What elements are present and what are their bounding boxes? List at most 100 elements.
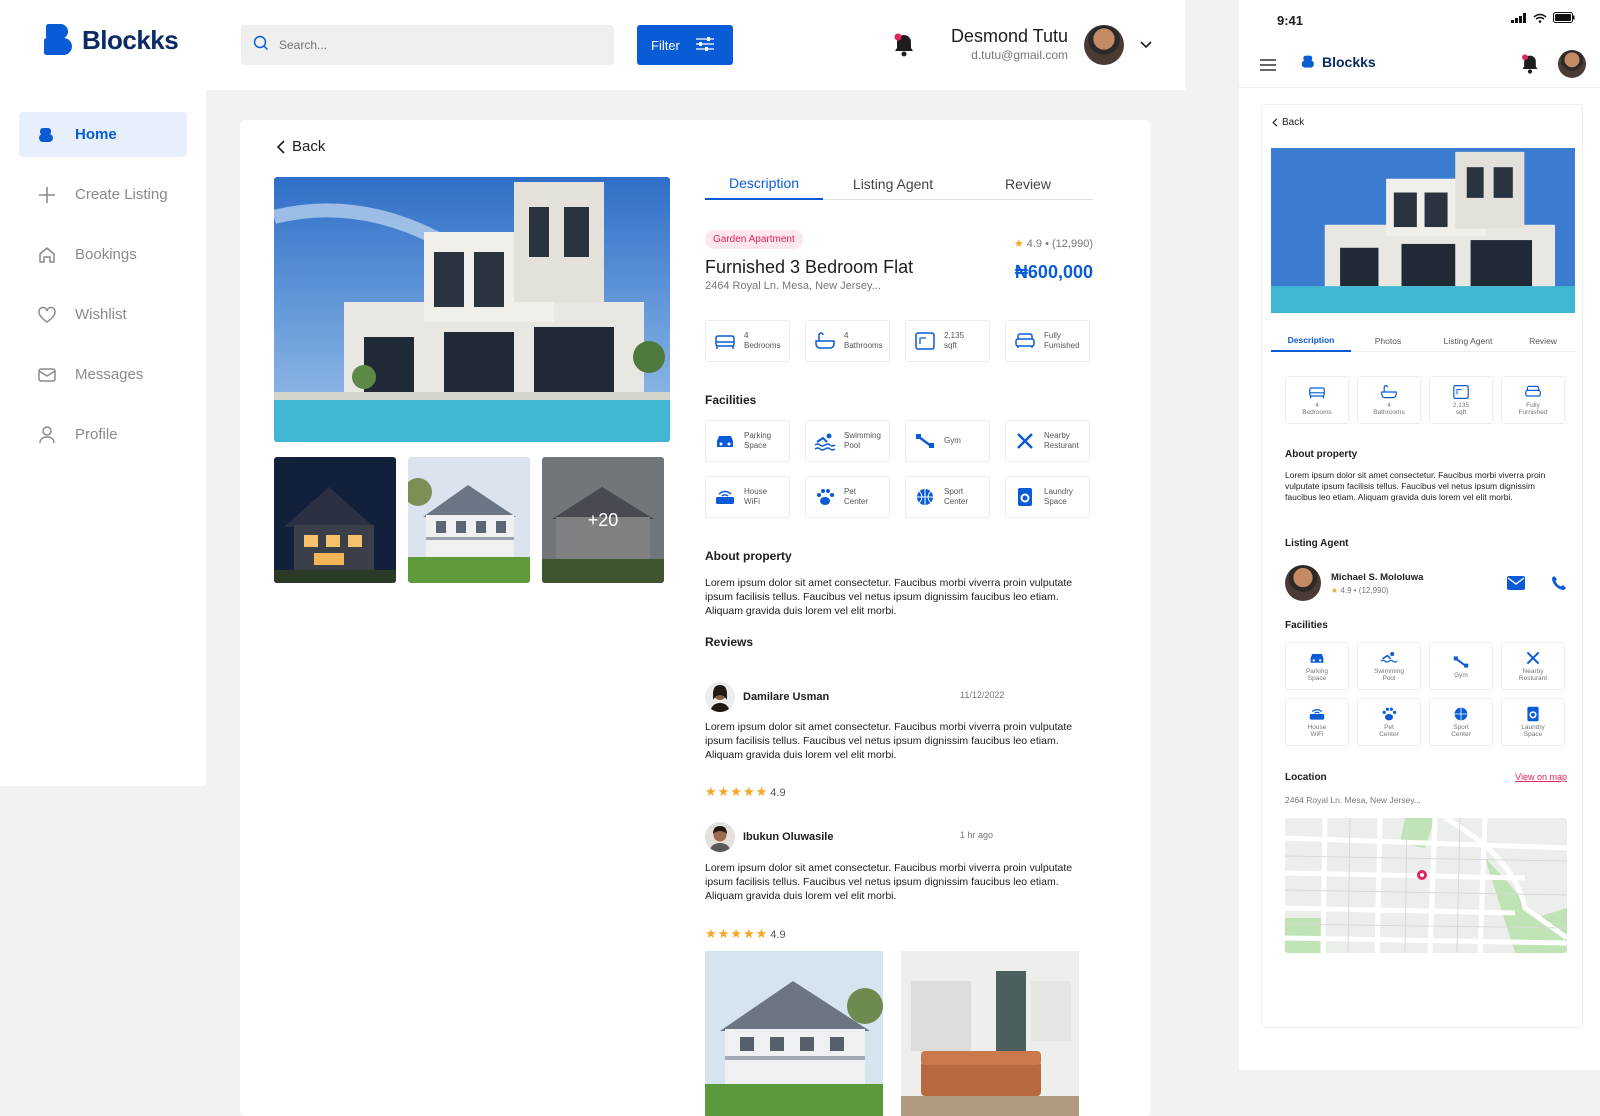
app-logo[interactable]: Blockks [1301, 54, 1376, 70]
star-icon: ★ [1331, 585, 1339, 595]
listing-card: Back +20 Description Listing Agent Revie… [240, 120, 1151, 1116]
facility-label: House [1307, 724, 1327, 731]
tab-description[interactable]: Description [1271, 330, 1351, 352]
app-logo[interactable]: Blockks [44, 24, 179, 56]
review-photo[interactable] [705, 951, 883, 1116]
facility-label: Sport [944, 487, 964, 496]
sidebar-item-home[interactable]: Home [19, 112, 187, 157]
chevron-down-icon[interactable] [1138, 36, 1154, 52]
user-email: d.tutu@gmail.com [971, 48, 1068, 62]
spec-value: 4 [1387, 402, 1391, 409]
heart-icon [37, 305, 57, 325]
review-photo[interactable] [901, 951, 1079, 1116]
star-icon: ★★★★★ [705, 784, 769, 799]
thumbnail-photo[interactable] [274, 457, 396, 583]
facility-label: Pool [1382, 675, 1396, 682]
spec-area: 2,135 sqft [1429, 376, 1493, 424]
spec-value: 4 [744, 331, 749, 340]
sidebar-item-bookings[interactable]: Bookings [19, 232, 187, 277]
bath-icon [1381, 385, 1397, 399]
spec-area: 2,135 sqft [905, 320, 990, 362]
tab-review[interactable]: Review [963, 168, 1093, 200]
back-button[interactable]: Back [276, 138, 325, 155]
thumbnail-photo-more[interactable]: +20 [542, 457, 664, 583]
facility-label: House [744, 487, 768, 496]
sidebar: Blockks Home Create Listing Bookings Wis… [0, 0, 206, 786]
location-heading: Location [1285, 772, 1327, 783]
cutlery-icon [1017, 433, 1033, 449]
dumbbell-icon [916, 434, 934, 448]
cutlery-icon [1526, 651, 1540, 665]
main-property-photo[interactable] [274, 177, 670, 442]
filter-button[interactable]: Filter [637, 25, 733, 65]
review-rating: ★★★★★ 4.9 [705, 784, 786, 800]
back-button[interactable]: Back [1272, 117, 1304, 128]
facilities-heading: Facilities [1285, 620, 1328, 631]
phone-icon[interactable] [1551, 575, 1567, 591]
bed-icon [715, 335, 735, 349]
battery-icon [1553, 12, 1575, 23]
spec-bedrooms: 4 Bedrooms [1285, 376, 1349, 424]
tab-listing-agent[interactable]: Listing Agent [823, 168, 963, 200]
rating-count: (12,990) [1052, 238, 1093, 250]
wifi-status-icon [1533, 13, 1547, 23]
notification-bell-icon[interactable] [1520, 53, 1540, 75]
status-time: 9:41 [1277, 13, 1304, 28]
reviewer-name: Ibukun Oluwasile [743, 831, 834, 843]
review-text: Lorem ipsum dolor sit amet consectetur. … [705, 862, 1073, 902]
main-property-photo[interactable] [1271, 148, 1575, 313]
facility-label: Nearby [1044, 431, 1070, 440]
tab-description[interactable]: Description [705, 168, 823, 200]
avatar [1285, 565, 1321, 601]
tab-listing-agent[interactable]: Listing Agent [1425, 330, 1511, 352]
facility-pool: Swimming Pool [1357, 642, 1421, 690]
sidebar-item-label: Home [75, 126, 117, 143]
sidebar-item-label: Profile [75, 426, 118, 443]
search-input[interactable] [279, 38, 579, 52]
search-bar[interactable] [241, 25, 614, 65]
facility-label: Gym [1454, 671, 1468, 679]
signal-icon [1511, 12, 1526, 23]
facilities-row-1: Parking Space Swimming Pool Gym Nearby Rest… [705, 420, 1090, 462]
more-photos-count: +20 [542, 457, 664, 583]
agent-heading: Listing Agent [1285, 538, 1349, 549]
sidebar-item-create-listing[interactable]: Create Listing [19, 172, 187, 217]
sidebar-item-messages[interactable]: Messages [19, 352, 187, 397]
app-name: Blockks [1322, 54, 1376, 70]
sidebar-item-profile[interactable]: Profile [19, 412, 187, 457]
mobile-facilities-grid: Parking Space Swimming Pool Gym Nearby Rest… [1285, 642, 1565, 746]
sofa-icon [1015, 333, 1035, 348]
review-text: Lorem ipsum dolor sit amet consectetur. … [705, 721, 1073, 761]
logo-icon [37, 125, 57, 145]
facility-label: Resturant [1518, 675, 1548, 682]
notification-bell-icon[interactable] [892, 32, 916, 58]
view-on-map-link[interactable]: View on map [1492, 772, 1567, 782]
avatar[interactable] [1084, 25, 1124, 65]
review-rating-value: 4.9 [770, 929, 786, 941]
mail-icon[interactable] [1507, 576, 1525, 590]
tab-review[interactable]: Review [1511, 330, 1575, 352]
mobile-tabs: Description Photos Listing Agent Review [1271, 330, 1575, 352]
facility-label: Sport [1453, 724, 1469, 731]
listing-title: Furnished 3 Bedroom Flat [705, 257, 914, 277]
listing-rating: ★ 4.9 • (12,990) [1013, 238, 1093, 250]
facility-gym: Gym [905, 420, 990, 462]
facility-pool: Swimming Pool [805, 420, 890, 462]
status-icons [1511, 12, 1575, 23]
agent-rating: 4.9 [1340, 585, 1352, 595]
sidebar-nav: Home Create Listing Bookings Wishlist Me… [19, 112, 187, 472]
facility-wifi: House WiFi [705, 476, 790, 518]
avatar[interactable] [1558, 50, 1586, 78]
facility-label: Parking [1305, 668, 1329, 675]
sidebar-item-wishlist[interactable]: Wishlist [19, 292, 187, 337]
hamburger-menu-icon[interactable] [1259, 58, 1277, 72]
listing-address: 2464 Royal Ln. Mesa, New Jersey... [705, 280, 881, 292]
thumbnail-photo[interactable] [408, 457, 530, 583]
tab-photos[interactable]: Photos [1351, 330, 1425, 352]
listing-tabs: Description Listing Agent Review [705, 168, 1093, 200]
location-map[interactable] [1285, 818, 1567, 953]
user-icon [37, 425, 57, 445]
review-date: 1 hr ago [960, 830, 994, 840]
facility-label: Pet [1384, 724, 1394, 731]
paw-icon [1382, 707, 1397, 721]
